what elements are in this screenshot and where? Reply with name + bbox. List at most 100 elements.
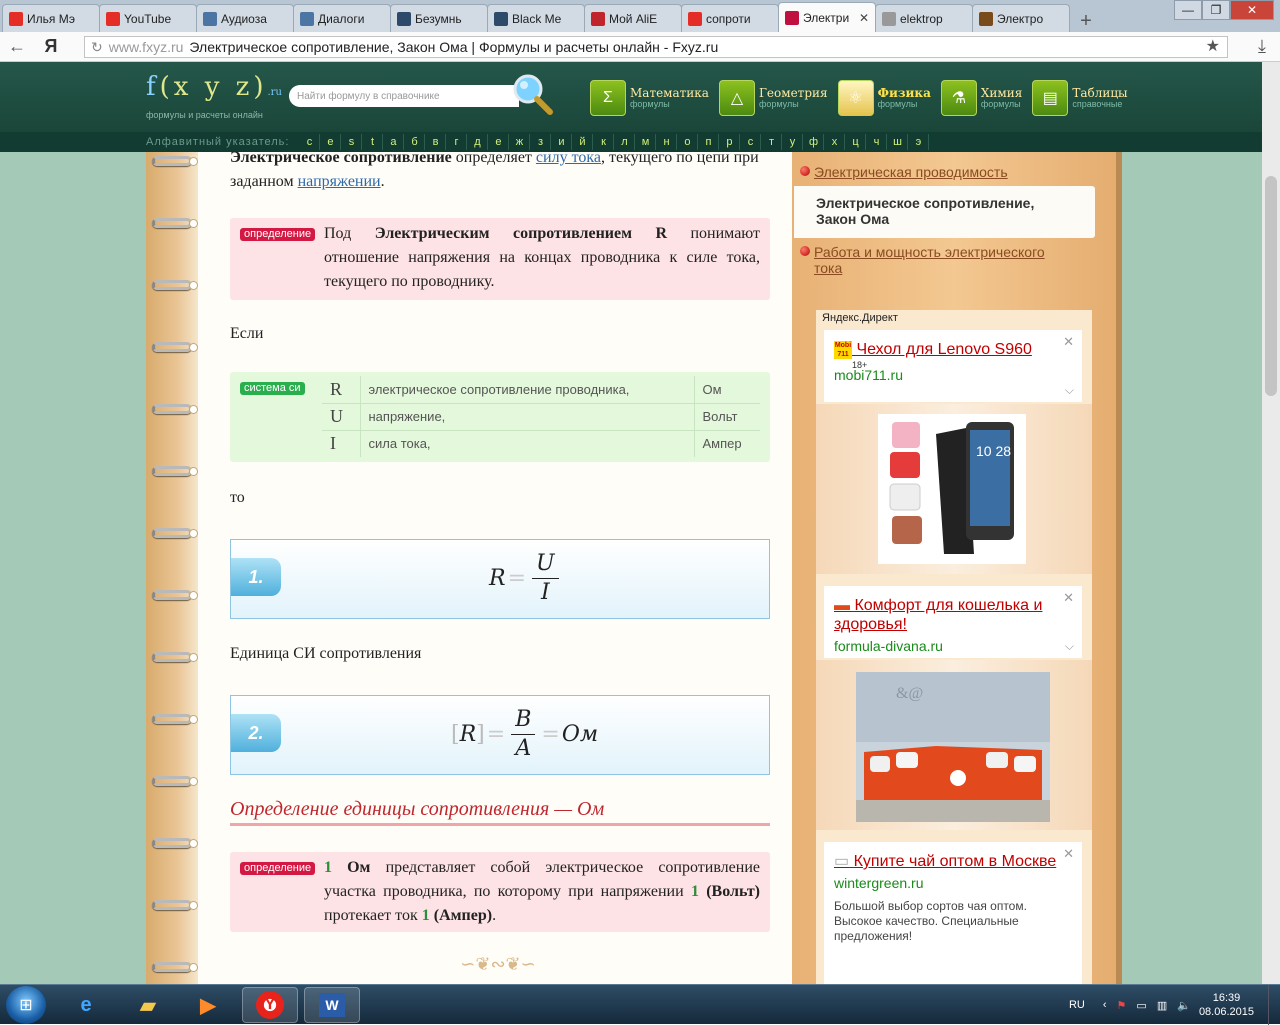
media-player-icon[interactable]: ▶	[180, 987, 236, 1023]
category-1[interactable]: △ Геометрия формулы	[718, 80, 828, 116]
browser-tab[interactable]: Диалоги	[293, 4, 391, 32]
show-hidden-icons-icon[interactable]: ‹	[1103, 999, 1107, 1011]
category-3[interactable]: ⚗ Химия формулы	[940, 80, 1022, 116]
browser-tab[interactable]: Электри ✕	[778, 2, 876, 32]
page-icon	[494, 11, 508, 26]
yandex-icon[interactable]: Я	[34, 36, 68, 57]
ad-item[interactable]: ▭ Купите чай оптом в Москве wintergreen.…	[824, 842, 1082, 984]
magnifier-icon[interactable]	[510, 72, 554, 116]
browser-tab[interactable]: Илья Мэ	[2, 4, 100, 32]
intro-paragraph: Электрическое сопротивление определяет с…	[230, 149, 759, 190]
ad-domain[interactable]: wintergreen.ru	[834, 875, 1072, 891]
close-ad-icon[interactable]: ✕	[1063, 846, 1074, 862]
display-icon[interactable]: ▭	[1136, 999, 1146, 1012]
formula-number: 1.	[231, 558, 281, 596]
chevron-down-icon[interactable]: ⌵	[1065, 639, 1074, 654]
reload-icon[interactable]: ↻	[91, 39, 103, 56]
start-button[interactable]: ⊞	[6, 986, 46, 1024]
alphabet-letter[interactable]: ш	[887, 134, 909, 150]
close-tab-icon[interactable]: ✕	[859, 11, 869, 25]
browser-tab[interactable]: Электро	[972, 4, 1070, 32]
spiral-ring-icon	[152, 776, 202, 788]
tab-label: elektrop	[900, 11, 943, 26]
si-unit: Ампер	[693, 430, 760, 457]
browser-tab-bar: Илья Мэ YouTube Аудиоза Диалоги Безумнь Black…	[0, 0, 1280, 32]
formula-symbol: R	[489, 566, 506, 591]
clock[interactable]: 16:39 08.06.2015	[1199, 991, 1254, 1019]
alphabet-letter[interactable]: у	[782, 134, 804, 150]
ad-title[interactable]: Комфорт для кошелька и здоровья!	[834, 597, 1042, 633]
category-4[interactable]: ▤ Таблицы справочные	[1032, 80, 1128, 116]
svg-text:10 28: 10 28	[976, 443, 1011, 459]
si-symbol: R	[322, 376, 361, 404]
ad-domain[interactable]: formula-divana.ru	[834, 638, 1072, 654]
ad-image[interactable]: &@	[816, 660, 1092, 830]
show-desktop-button[interactable]	[1268, 985, 1280, 1025]
page-icon	[882, 11, 896, 26]
section-heading: Определение единицы сопротивления — Ом	[230, 798, 770, 826]
category-icon: Σ	[590, 80, 626, 116]
link-voltage[interactable]: напряжении	[298, 173, 381, 190]
language-indicator[interactable]: RU	[1069, 999, 1085, 1011]
browser-tab[interactable]: Black Me	[487, 4, 585, 32]
sofa-logo-icon: ▬	[834, 597, 850, 614]
alphabet-letter[interactable]: х	[824, 134, 846, 150]
yandex-browser-icon[interactable]: Y	[242, 987, 298, 1023]
browser-tab[interactable]: Аудиоза	[196, 4, 294, 32]
definition-box-ohm: определение 1 Ом представляет собой элек…	[230, 852, 770, 932]
back-icon[interactable]: ←	[0, 36, 34, 57]
equals-sign: =	[507, 566, 527, 591]
maximize-button[interactable]: ❐	[1202, 0, 1230, 20]
close-ad-icon[interactable]: ✕	[1063, 334, 1074, 350]
link-current[interactable]: силу тока	[536, 149, 601, 166]
si-tag: система си	[240, 382, 305, 395]
minimize-button[interactable]: —	[1174, 0, 1202, 20]
category-icon: △	[718, 80, 755, 116]
page-scrollbar[interactable]	[1262, 62, 1280, 984]
word-icon[interactable]: W	[304, 987, 360, 1023]
nav-link-conductivity[interactable]: Электрическая проводимость	[800, 164, 1074, 180]
network-icon[interactable]: ▥	[1157, 999, 1167, 1012]
category-2[interactable]: ⚛ Физика формулы	[837, 80, 931, 116]
scrollbar-thumb[interactable]	[1265, 176, 1277, 396]
download-icon[interactable]: ⤓	[1258, 36, 1266, 57]
ad-image[interactable]: 10 28	[816, 404, 1092, 574]
close-window-button[interactable]: ✕	[1230, 0, 1274, 20]
alphabet-letter[interactable]: ч	[866, 134, 888, 150]
file-explorer-icon[interactable]: ▰	[120, 987, 176, 1023]
alphabet-letter[interactable]: э	[908, 134, 930, 150]
spiral-ring-icon	[152, 652, 202, 664]
si-units-table: Rэлектрическое сопротивление проводника,…	[322, 376, 760, 457]
ad-title[interactable]: Чехол для Lenovo S960	[856, 341, 1031, 358]
browser-tab[interactable]: Безумнь	[390, 4, 488, 32]
alphabet-letter[interactable]: ц	[845, 134, 867, 150]
browser-tab[interactable]: сопроти	[681, 4, 779, 32]
denominator: I	[540, 580, 550, 605]
alphabet-letter[interactable]: ф	[803, 134, 825, 150]
site-logo[interactable]: f(x y z).ru	[146, 72, 282, 102]
browser-tab[interactable]: YouTube	[99, 4, 197, 32]
formula-2: 2. [R] = ВА = Ом	[230, 695, 770, 775]
action-center-icon[interactable]: ⚑	[1117, 999, 1127, 1012]
volume-icon[interactable]: 🔈	[1177, 999, 1191, 1012]
browser-tab[interactable]: Мой AliE	[584, 4, 682, 32]
tab-label: Диалоги	[318, 11, 365, 26]
window-controls: — ❐ ✕	[1174, 0, 1274, 20]
url-input[interactable]: ↻ www.fxyz.ru Электрическое сопротивлени…	[84, 36, 1228, 58]
new-tab-button[interactable]: +	[1073, 10, 1099, 32]
ad-item[interactable]: Mobi 711 Чехол для Lenovo S960 18+ mobi7…	[824, 330, 1082, 402]
ad-domain[interactable]: mobi711.ru	[834, 367, 1072, 383]
formula-search-input[interactable]: Найти формулу в справочнике	[289, 85, 519, 107]
ad-item[interactable]: ▬ Комфорт для кошелька и здоровья! formu…	[824, 586, 1082, 658]
tab-label: Электро	[997, 11, 1044, 26]
category-sub: формулы	[980, 99, 1021, 109]
ad-title[interactable]: Купите чай оптом в Москве	[854, 853, 1057, 870]
close-ad-icon[interactable]: ✕	[1063, 590, 1074, 606]
browser-tab[interactable]: elektrop	[875, 4, 973, 32]
bookmark-star-icon[interactable]: ★	[1206, 36, 1220, 56]
internet-explorer-icon[interactable]: e	[58, 987, 114, 1023]
chevron-down-icon[interactable]: ⌵	[1065, 383, 1074, 398]
nav-link-work-power[interactable]: Работа и мощность электрического тока	[800, 244, 1074, 276]
category-0[interactable]: Σ Математика формулы	[590, 80, 709, 116]
cart-icon	[591, 11, 605, 26]
